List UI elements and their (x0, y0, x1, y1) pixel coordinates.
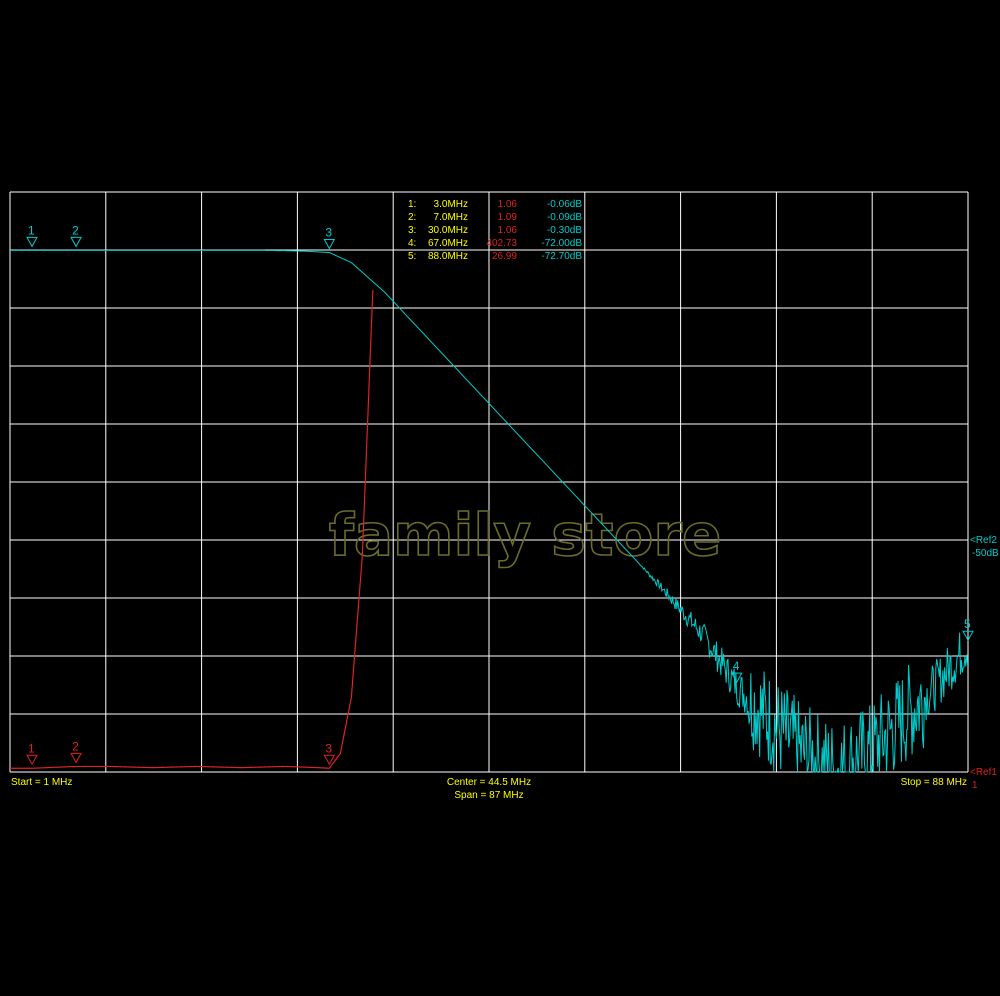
marker-table-gain: -0.09dB (547, 212, 582, 223)
marker-table-vswr: 26.99 (492, 251, 517, 262)
screen-background (0, 0, 1000, 996)
marker-table-id: 3: (408, 225, 416, 236)
marker-number-vswr: 3 (325, 741, 332, 755)
marker-table-id: 4: (408, 238, 416, 249)
marker-number-transmission: 1 (28, 223, 35, 237)
network-analyzer-display: family store 1 1 2 2 3 3 4 5 1: 3.0MHz 1.06 -0.06d… (0, 0, 1000, 996)
marker-table-vswr: 1.06 (498, 199, 518, 210)
marker-table-frequency: 3.0MHz (434, 199, 468, 210)
marker-table-gain: -72.70dB (541, 251, 582, 262)
x-axis-center-label: Center = 44.5 MHz (447, 777, 531, 788)
marker-table-frequency: 30.0MHz (428, 225, 468, 236)
marker-table-id: 5: (408, 251, 416, 262)
marker-table-id: 1: (408, 199, 416, 210)
marker-table-vswr: 1.09 (498, 212, 518, 223)
x-axis-stop-label: Stop = 88 MHz (901, 777, 967, 788)
marker-table-gain: -0.06dB (547, 199, 582, 210)
marker-table-vswr: 1.06 (498, 225, 518, 236)
marker-table-gain: -72.00dB (541, 238, 582, 249)
marker-table-frequency: 88.0MHz (428, 251, 468, 262)
ref1-value: 1 (972, 780, 978, 791)
x-axis-span-label: Span = 87 MHz (454, 790, 523, 801)
marker-number-vswr: 2 (72, 739, 79, 753)
marker-number-transmission: 4 (733, 659, 740, 673)
marker-number-transmission: 5 (964, 617, 971, 631)
marker-table-id: 2: (408, 212, 416, 223)
ref1-label: <Ref1 (970, 767, 997, 778)
x-axis-start-label: Start = 1 MHz (11, 777, 72, 788)
marker-table-frequency: 67.0MHz (428, 238, 468, 249)
marker-table-frequency: 7.0MHz (434, 212, 468, 223)
marker-number-transmission: 3 (325, 226, 332, 240)
ref2-value: -50dB (972, 548, 999, 559)
watermark-text: family store (329, 501, 722, 569)
marker-number-vswr: 1 (28, 741, 35, 755)
marker-table-gain: -0.30dB (547, 225, 582, 236)
marker-table-vswr: 402.73 (486, 238, 517, 249)
ref2-label: <Ref2 (970, 535, 997, 546)
marker-number-transmission: 2 (72, 223, 79, 237)
